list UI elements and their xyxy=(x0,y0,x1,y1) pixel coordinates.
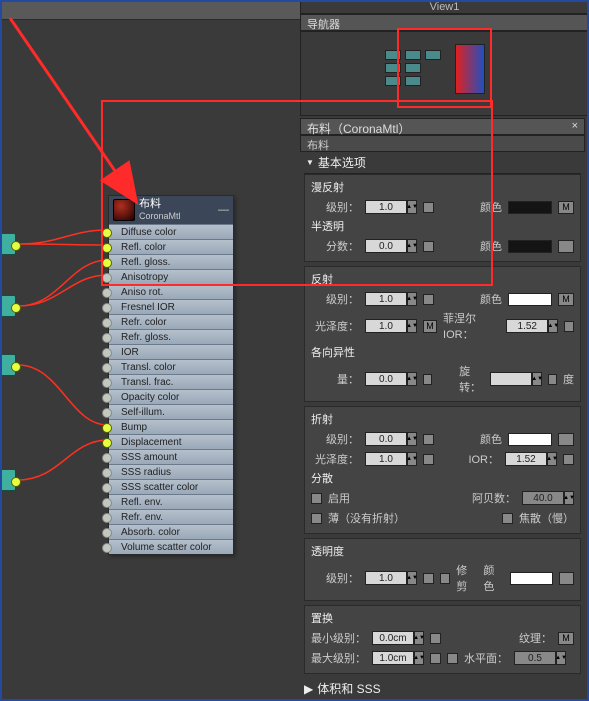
navigator-panel xyxy=(300,31,589,116)
aniso-rot[interactable]: ▲▼ xyxy=(490,372,542,386)
node-input-row[interactable]: Opacity color xyxy=(109,389,233,404)
transl-color[interactable] xyxy=(508,240,552,253)
input-port[interactable] xyxy=(102,318,112,328)
opacity-color[interactable] xyxy=(510,572,552,585)
upstream-node[interactable] xyxy=(0,354,16,376)
node-input-row[interactable]: Bump xyxy=(109,419,233,434)
input-port[interactable] xyxy=(102,498,112,508)
minimize-icon[interactable]: — xyxy=(218,204,229,216)
node-input-row[interactable]: Diffuse color xyxy=(109,224,233,239)
node-input-row[interactable]: Transl. frac. xyxy=(109,374,233,389)
refl-color[interactable] xyxy=(508,293,552,306)
input-port[interactable] xyxy=(102,333,112,343)
node-input-row[interactable]: Transl. color xyxy=(109,359,233,374)
node-input-row[interactable]: Fresnel IOR xyxy=(109,299,233,314)
group-reflect: 反射 级别： ▲▼ 颜色 M 光泽度： ▲▼ M 菲涅尔 IOR： ▲▼ 各向异… xyxy=(304,266,581,402)
input-port[interactable] xyxy=(102,423,112,433)
navigator-thumb xyxy=(385,50,441,89)
input-port[interactable] xyxy=(102,288,112,298)
material-panel-title: 布料（CoronaMtl） × xyxy=(300,118,585,135)
view-title: View1 xyxy=(300,0,589,14)
opacity-level[interactable]: ▲▼ xyxy=(365,571,417,585)
refl-gloss[interactable]: ▲▼ xyxy=(365,319,417,333)
node-input-row[interactable]: Refr. env. xyxy=(109,509,233,524)
group-opacity: 透明度 级别： ▲▼ 修剪 颜色 xyxy=(304,538,581,601)
close-icon[interactable]: × xyxy=(572,120,578,132)
node-input-row[interactable]: Displacement xyxy=(109,434,233,449)
thin-chk[interactable] xyxy=(311,513,322,524)
refr-level[interactable]: ▲▼ xyxy=(365,432,417,446)
transl-map-chk[interactable] xyxy=(558,240,574,253)
input-port[interactable] xyxy=(102,483,112,493)
material-panel: ▼基本选项 漫反射 级别： ▲▼ 颜色 M 半透明 分数： ▲▼ 颜色 反射 级… xyxy=(300,152,585,701)
input-port[interactable] xyxy=(102,453,112,463)
node-input-row[interactable]: SSS scatter color xyxy=(109,479,233,494)
node-input-row[interactable]: SSS radius xyxy=(109,464,233,479)
upstream-node[interactable] xyxy=(0,295,16,317)
material-preview-icon xyxy=(113,199,135,221)
disp-water[interactable]: ▲▼ xyxy=(514,651,566,665)
input-port[interactable] xyxy=(102,348,112,358)
input-port[interactable] xyxy=(102,513,112,523)
upstream-node[interactable] xyxy=(0,233,16,255)
group-diffuse: 漫反射 级别： ▲▼ 颜色 M 半透明 分数： ▲▼ 颜色 xyxy=(304,174,581,262)
diffuse-level-chk[interactable] xyxy=(423,202,434,213)
group-refract: 折射 级别： ▲▼ 颜色 光泽度： ▲▼ IOR： ▲▼ 分散 启用 阿贝数： … xyxy=(304,406,581,534)
input-port[interactable] xyxy=(102,258,112,268)
input-port[interactable] xyxy=(102,363,112,373)
aniso-amount[interactable]: ▲▼ xyxy=(365,372,417,386)
input-port[interactable] xyxy=(102,393,112,403)
refr-color[interactable] xyxy=(508,433,552,446)
input-port[interactable] xyxy=(102,543,112,553)
input-port[interactable] xyxy=(102,528,112,538)
node-input-row[interactable]: Refl. color xyxy=(109,239,233,254)
group-displace: 置换 最小级别： ▲▼ 纹理： M 最大级别： ▲▼ 水平面： ▲▼ xyxy=(304,605,581,674)
node-input-row[interactable]: SSS amount xyxy=(109,449,233,464)
refr-ior[interactable]: ▲▼ xyxy=(505,452,557,466)
material-node[interactable]: 布料CoronaMtl — Diffuse colorRefl. colorRe… xyxy=(108,195,234,555)
diffuse-map-btn[interactable]: M xyxy=(558,201,574,214)
disp-tex-btn[interactable]: M xyxy=(558,632,574,645)
node-input-row[interactable]: Refr. color xyxy=(109,314,233,329)
node-input-row[interactable]: Volume scatter color xyxy=(109,539,233,554)
input-port[interactable] xyxy=(102,273,112,283)
input-port[interactable] xyxy=(102,378,112,388)
node-input-row[interactable]: Aniso rot. xyxy=(109,284,233,299)
node-input-row[interactable]: Refl. env. xyxy=(109,494,233,509)
section-basic[interactable]: ▼基本选项 xyxy=(304,152,581,174)
input-port[interactable] xyxy=(102,438,112,448)
tri-down-icon: ▼ xyxy=(306,158,314,167)
abbe[interactable]: ▲▼ xyxy=(522,491,574,505)
transl-chk[interactable] xyxy=(423,241,434,252)
input-port[interactable] xyxy=(102,468,112,478)
material-panel-sub[interactable]: 布料 xyxy=(300,135,585,152)
section-volume[interactable]: ▶体积和 SSS xyxy=(304,678,581,699)
refr-gloss[interactable]: ▲▼ xyxy=(365,452,417,466)
disp-min[interactable]: ▲▼ xyxy=(372,631,424,645)
input-port[interactable] xyxy=(102,228,112,238)
node-input-row[interactable]: Refl. gloss. xyxy=(109,254,233,269)
disp-max[interactable]: ▲▼ xyxy=(372,651,424,665)
transl-fraction[interactable]: ▲▼ xyxy=(365,239,417,253)
node-input-row[interactable]: Anisotropy xyxy=(109,269,233,284)
navigator-title: 导航器 xyxy=(300,14,589,31)
node-header[interactable]: 布料CoronaMtl — xyxy=(109,196,233,224)
node-input-row[interactable]: Refr. gloss. xyxy=(109,329,233,344)
node-input-row[interactable]: IOR xyxy=(109,344,233,359)
node-input-row[interactable]: Self-illum. xyxy=(109,404,233,419)
toolbar xyxy=(0,0,300,20)
refl-map-btn[interactable]: M xyxy=(558,293,574,306)
refl-ior[interactable]: ▲▼ xyxy=(506,319,558,333)
diffuse-level[interactable]: ▲▼ xyxy=(365,200,417,214)
caustic-chk[interactable] xyxy=(502,513,513,524)
upstream-node[interactable] xyxy=(0,469,16,491)
input-port[interactable] xyxy=(102,243,112,253)
refl-level[interactable]: ▲▼ xyxy=(365,292,417,306)
input-port[interactable] xyxy=(102,303,112,313)
input-port[interactable] xyxy=(102,408,112,418)
dispersion-enable[interactable] xyxy=(311,493,322,504)
node-input-row[interactable]: Absorb. color xyxy=(109,524,233,539)
navigator-material-thumb[interactable] xyxy=(455,44,485,94)
diffuse-color[interactable] xyxy=(508,201,552,214)
